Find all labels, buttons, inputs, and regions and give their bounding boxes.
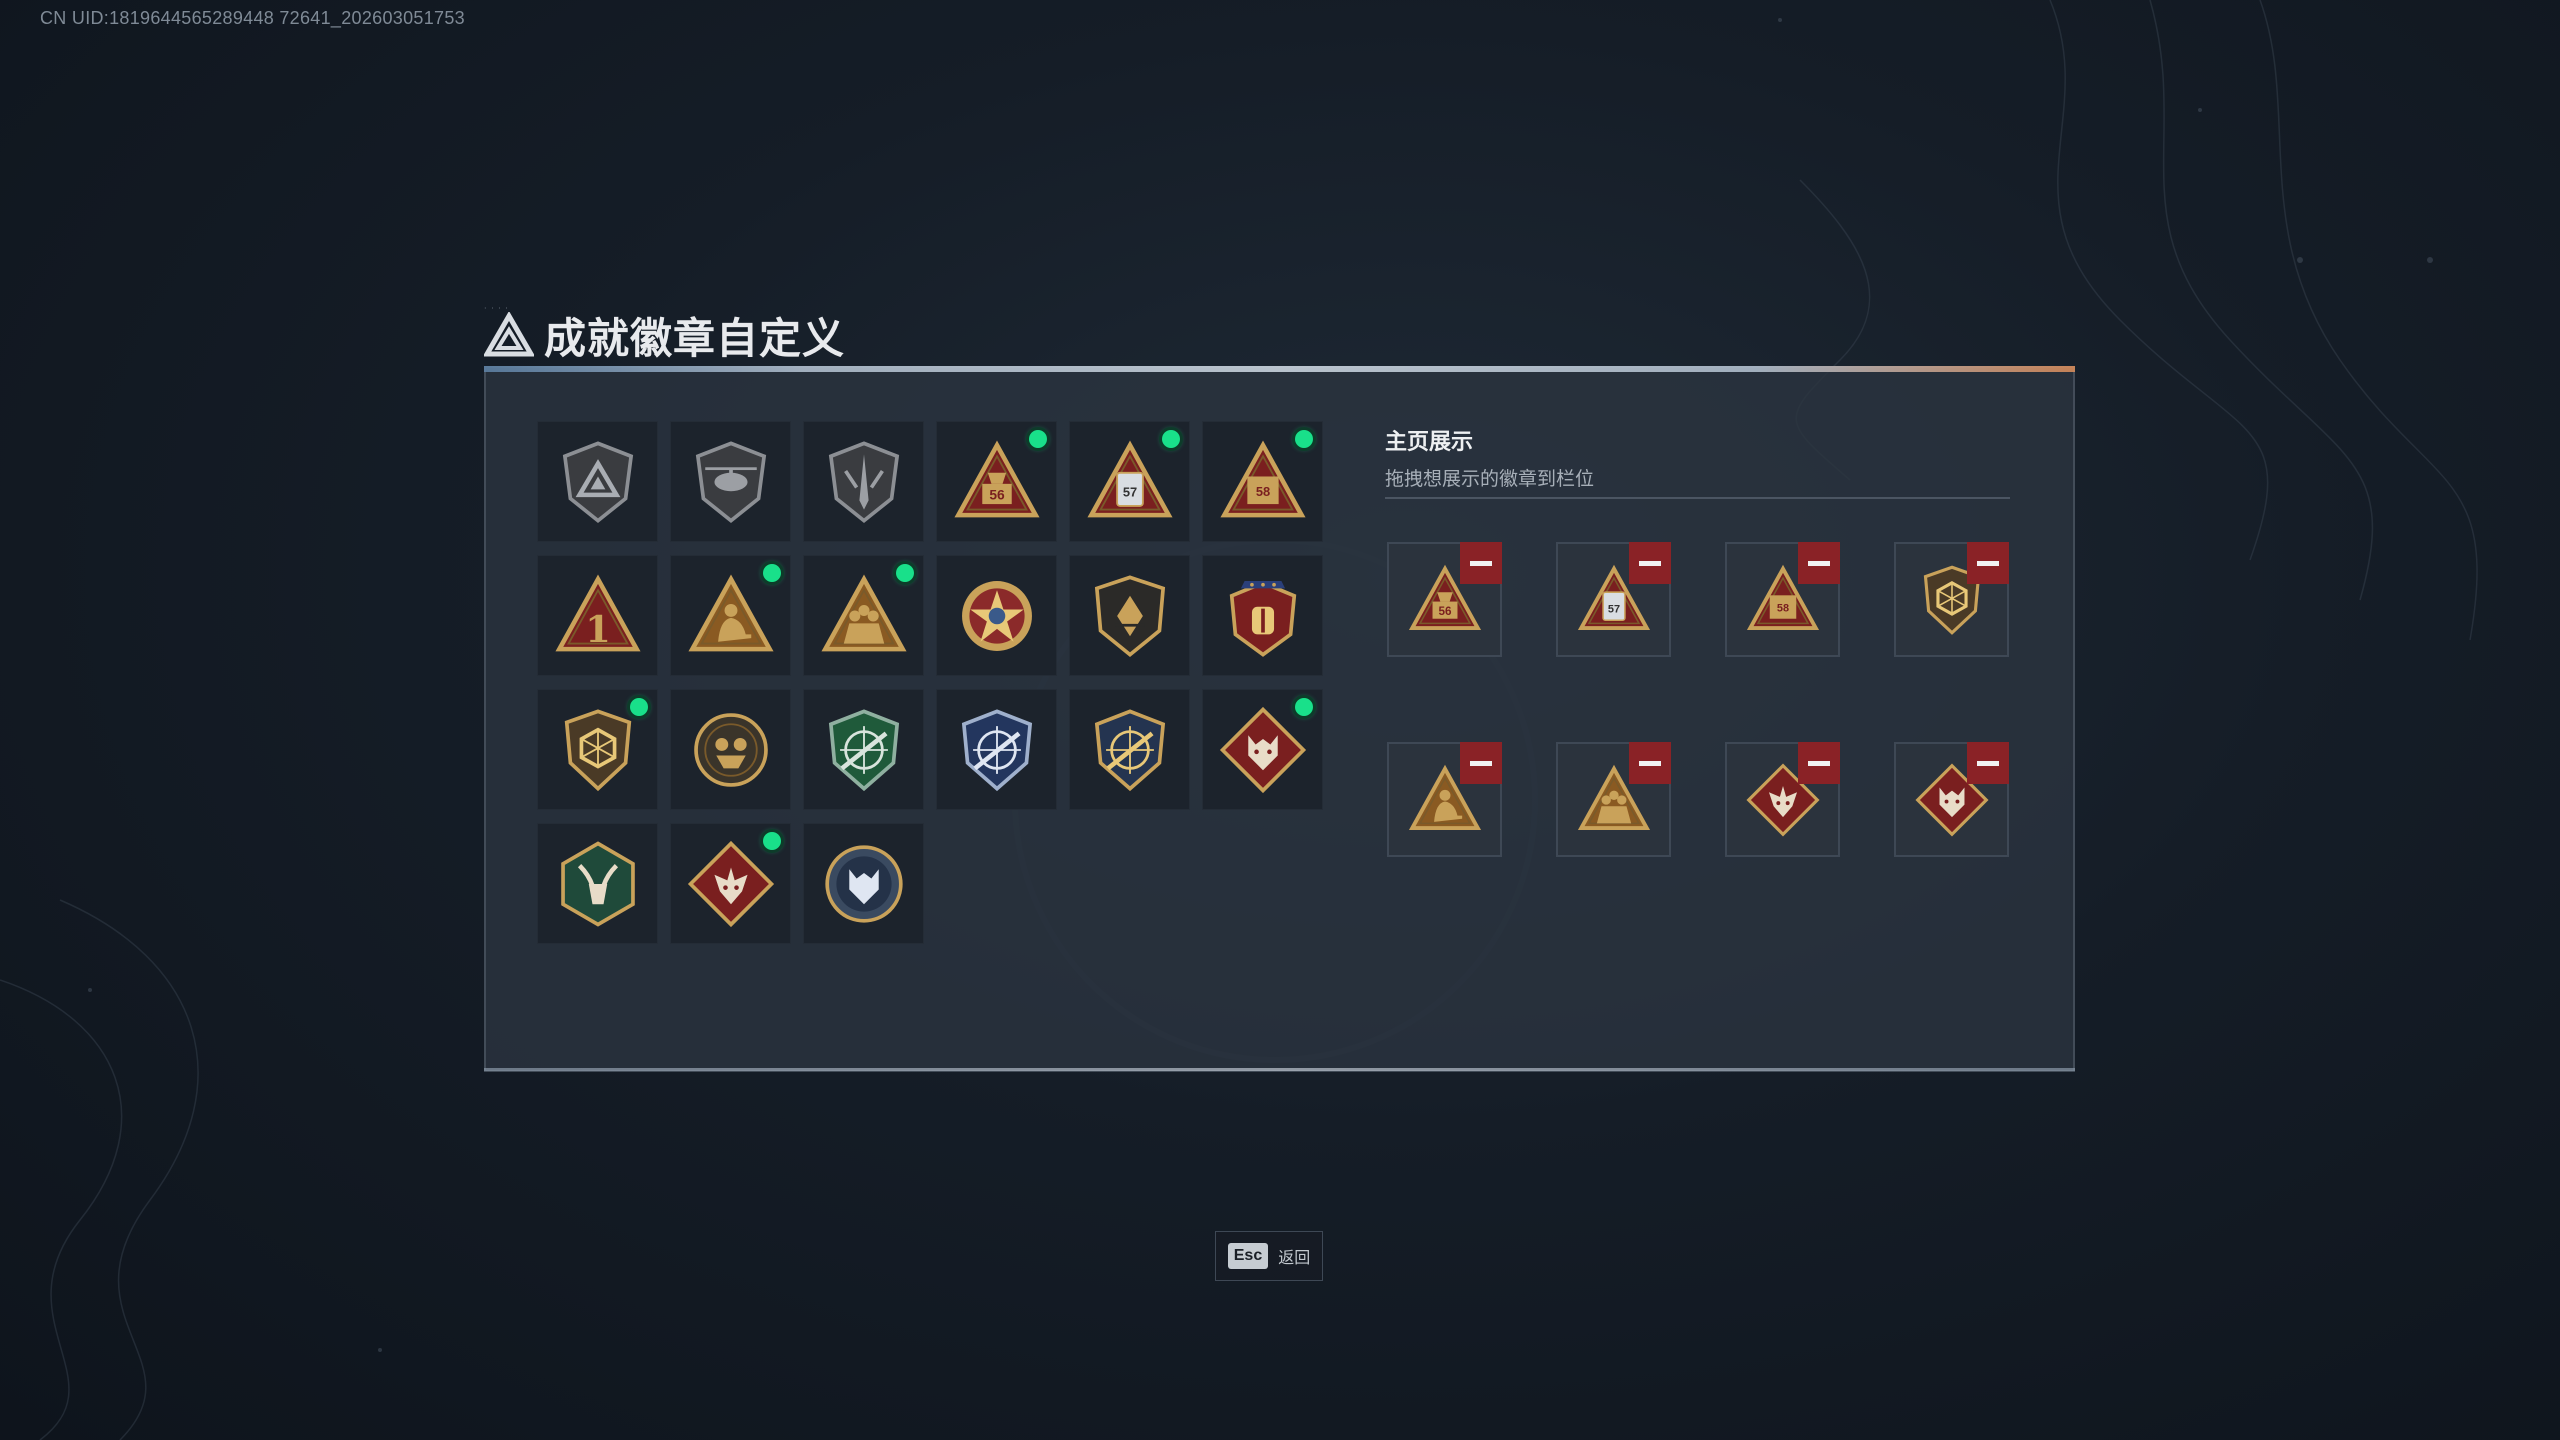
- round-emblem-badge-icon: [693, 712, 768, 787]
- page-title: 成就徽章自定义: [544, 313, 846, 363]
- panel-bottom-bar: [484, 1068, 2075, 1071]
- back-label: 返回: [1278, 1248, 1311, 1267]
- remove-badge-button[interactable]: [1798, 542, 1840, 584]
- new-indicator-dot: [763, 564, 781, 582]
- badge-tile[interactable]: [1069, 689, 1190, 810]
- badge-tile[interactable]: [936, 689, 1057, 810]
- wolf-round-badge-icon: [824, 844, 903, 923]
- showcase-title: 主页展示: [1385, 430, 1474, 455]
- badge-collection-grid: 56 57 58 1: [537, 421, 1323, 944]
- remove-badge-button[interactable]: [1967, 542, 2009, 584]
- remove-badge-button[interactable]: [1967, 742, 2009, 784]
- badge-tile[interactable]: [670, 421, 791, 542]
- green-rifle-badge-icon: [828, 708, 899, 791]
- new-indicator-dot: [763, 832, 781, 850]
- sword-shield-badge-icon: [828, 440, 899, 523]
- badge-tile[interactable]: 58: [1202, 421, 1323, 542]
- badge-tile[interactable]: [537, 689, 658, 810]
- showcase-slot[interactable]: 57: [1556, 542, 1671, 657]
- svg-text:56: 56: [1438, 604, 1452, 617]
- delta-shield-badge-icon: [562, 440, 633, 523]
- badge-tile[interactable]: [803, 689, 924, 810]
- goat-hexagon-badge-icon: [560, 840, 635, 927]
- triangle-squad-badge-icon: [820, 573, 907, 651]
- star-wreath-badge-icon: [961, 580, 1032, 651]
- gold-rifle-badge-icon: [1094, 708, 1165, 791]
- svg-text:56: 56: [989, 487, 1005, 502]
- panel-top-bar: [484, 366, 2075, 372]
- dragon-diamond-badge-icon: [687, 840, 774, 927]
- svg-text:57: 57: [1122, 484, 1136, 499]
- showcase-slot[interactable]: 58: [1725, 542, 1840, 657]
- showcase-slot[interactable]: 56: [1387, 542, 1502, 657]
- badge-tile[interactable]: [537, 421, 658, 542]
- esc-key-icon: Esc: [1227, 1243, 1269, 1269]
- new-indicator-dot: [630, 698, 648, 716]
- triangle-1-badge-icon: 1: [554, 573, 641, 651]
- new-indicator-dot: [1162, 430, 1180, 448]
- badge-tile[interactable]: [1202, 689, 1323, 810]
- window-header: · · · · 成就徽章自定义: [484, 304, 846, 364]
- triangle-58-badge-icon: 58: [1219, 439, 1306, 517]
- showcase-slot[interactable]: [1894, 742, 2009, 857]
- dark-crest-badge-icon: [1094, 574, 1165, 657]
- badge-tile[interactable]: 57: [1069, 421, 1190, 542]
- stars-eagle-crest-badge-icon: [1229, 580, 1296, 657]
- remove-badge-button[interactable]: [1460, 542, 1502, 584]
- svg-text:1: 1: [585, 606, 611, 650]
- showcase-header: 主页展示 拖拽想展示的徽章到栏位: [1385, 424, 2010, 491]
- badge-tile[interactable]: [537, 823, 658, 944]
- svg-text:58: 58: [1776, 602, 1788, 614]
- remove-badge-button[interactable]: [1798, 742, 1840, 784]
- badge-tile[interactable]: 1: [537, 555, 658, 676]
- new-indicator-dot: [1295, 698, 1313, 716]
- new-indicator-dot: [1295, 430, 1313, 448]
- showcase-slot[interactable]: [1556, 742, 1671, 857]
- badge-tile[interactable]: [803, 555, 924, 676]
- svg-text:58: 58: [1255, 483, 1269, 498]
- showcase-slot[interactable]: [1894, 542, 2009, 657]
- showcase-slot[interactable]: [1725, 742, 1840, 857]
- badge-tile[interactable]: [1069, 555, 1190, 676]
- badge-tile[interactable]: [803, 823, 924, 944]
- badge-tile[interactable]: [670, 555, 791, 676]
- triangle-57-badge-icon: 57: [1086, 439, 1173, 517]
- badge-tile[interactable]: [936, 555, 1057, 676]
- remove-badge-button[interactable]: [1629, 742, 1671, 784]
- showcase-slots: 56 57 58: [1387, 542, 2009, 857]
- helicopter-shield-badge-icon: [695, 440, 766, 523]
- wolf-diamond-badge-icon: [1219, 706, 1306, 793]
- svg-text:57: 57: [1607, 603, 1619, 615]
- showcase-slot[interactable]: [1387, 742, 1502, 857]
- triangle-56-badge-icon: 56: [953, 439, 1040, 517]
- brand-small-text: · · · ·: [484, 304, 509, 313]
- hexagon-shield-badge-icon: [564, 708, 631, 791]
- triangle-soldier-badge-icon: [687, 573, 774, 651]
- badge-tile[interactable]: 56: [936, 421, 1057, 542]
- badge-tile[interactable]: [1202, 555, 1323, 676]
- remove-badge-button[interactable]: [1629, 542, 1671, 584]
- user-uid-label: CN UID:1819644565289448 72641_2026030517…: [40, 8, 465, 28]
- badge-tile[interactable]: [670, 689, 791, 810]
- showcase-subtitle: 拖拽想展示的徽章到栏位: [1385, 468, 1595, 490]
- back-button[interactable]: Esc 返回: [1215, 1231, 1323, 1281]
- delta-logo-icon: [484, 312, 534, 357]
- new-indicator-dot: [1029, 430, 1047, 448]
- remove-badge-button[interactable]: [1460, 742, 1502, 784]
- badge-tile[interactable]: [803, 421, 924, 542]
- showcase-divider: [1385, 497, 2010, 499]
- blue-rifle-badge-icon: [961, 708, 1032, 791]
- badge-tile[interactable]: [670, 823, 791, 944]
- new-indicator-dot: [896, 564, 914, 582]
